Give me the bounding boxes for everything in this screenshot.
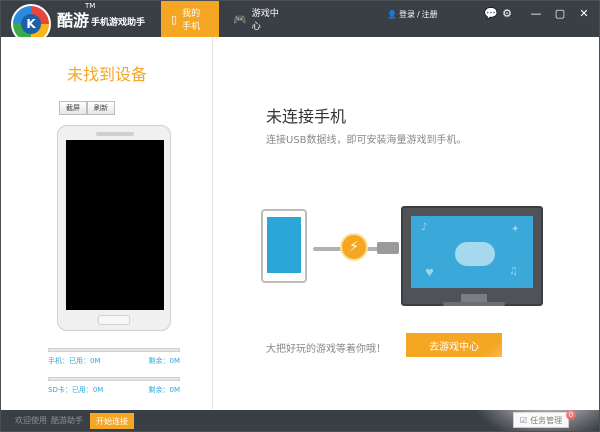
- message-icon[interactable]: 💬: [484, 7, 498, 21]
- usb-phone-screen: [267, 217, 301, 273]
- logo-letter-k: K: [21, 14, 41, 34]
- task-manager-button[interactable]: ☑ 任务管理: [513, 412, 569, 428]
- usb-phone-illustration: [261, 209, 307, 283]
- status-bar: 欢迎使用 酷游助手 开始连接 ☑ 任务管理 0: [1, 410, 599, 431]
- task-badge: 0: [566, 410, 576, 420]
- usb-plug: [377, 242, 399, 254]
- phone-home-button: [98, 315, 130, 325]
- monitor-stand: [461, 294, 487, 302]
- refresh-button[interactable]: 刷新: [87, 101, 115, 115]
- start-connect-button[interactable]: 开始连接: [90, 413, 134, 429]
- screenshot-button[interactable]: 截屏: [59, 101, 87, 115]
- close-icon[interactable]: ✕: [577, 7, 591, 21]
- phone-storage-info: 手机：已用：0M 剩余：0M: [48, 356, 180, 366]
- monitor-illustration: ♪ ✦ ♥ ♫: [401, 206, 543, 306]
- game-center-button[interactable]: 去游戏中心: [406, 333, 502, 357]
- page-subtitle: 连接USB数据线，即可安装海量游戏到手机。: [266, 135, 467, 146]
- trademark: TM: [85, 2, 96, 10]
- app-window: K 酷游 TM 手机游戏助手 ▯ 我的手机 🎮 游戏中心 👤 登录 / 注册 💬…: [0, 0, 600, 432]
- phone-speaker: [96, 132, 134, 136]
- music-icon: ♪: [421, 222, 428, 233]
- title-bar: K 酷游 TM 手机游戏助手 ▯ 我的手机 🎮 游戏中心 👤 登录 / 注册 💬…: [1, 1, 599, 44]
- maximize-icon[interactable]: ▢: [553, 7, 567, 21]
- tab-game-center[interactable]: 🎮 游戏中心: [223, 1, 293, 37]
- main-content: 未连接手机 连接USB数据线，即可安装海量游戏到手机。 ⚡ ♪ ✦ ♥ ♫ 大把…: [214, 37, 599, 410]
- device-status-title: 未找到设备: [66, 65, 147, 84]
- tab-game-center-label: 游戏中心: [251, 9, 279, 32]
- monitor-base: [443, 302, 505, 306]
- login-link[interactable]: 登录: [399, 9, 415, 20]
- sd-storage-info: SD卡：已用：0M 剩余：0M: [48, 385, 180, 395]
- gamepad-icon: 🎮: [233, 12, 247, 26]
- app-name: 酷游: [57, 11, 90, 30]
- phone-illustration: [57, 125, 171, 331]
- phone-used: 手机：已用：0M: [48, 357, 101, 365]
- phone-icon: ▯: [171, 12, 178, 26]
- phone-screen: [66, 140, 164, 310]
- phone-storage-bar: [48, 348, 180, 352]
- sd-used: SD卡：已用：0M: [48, 386, 104, 394]
- monitor-screen: ♪ ✦ ♥ ♫: [411, 216, 533, 288]
- sd-remain: 剩余：0M: [148, 386, 181, 394]
- sd-storage-bar: [48, 377, 180, 381]
- checkbox-icon: ☑: [519, 415, 528, 425]
- tab-my-phone-label: 我的手机: [182, 9, 201, 32]
- gamepad-icon: [455, 242, 495, 266]
- app-label: 酷游助手: [51, 416, 83, 425]
- login-separator: /: [416, 10, 420, 19]
- login-area: 👤 登录 / 注册: [387, 9, 438, 20]
- tab-my-phone[interactable]: ▯ 我的手机: [161, 1, 219, 37]
- gear-icon[interactable]: ⚙: [500, 7, 514, 21]
- heart-icon: ♥: [425, 268, 434, 279]
- welcome-text: 欢迎使用: [15, 416, 47, 425]
- minimize-icon[interactable]: —: [529, 7, 543, 21]
- register-link[interactable]: 注册: [422, 9, 438, 20]
- page-title: 未连接手机: [266, 107, 347, 126]
- task-manager-label: 任务管理: [530, 415, 563, 425]
- phone-remain: 剩余：0M: [148, 357, 181, 365]
- user-icon: 👤: [387, 10, 397, 19]
- bell-icon: ♫: [509, 266, 518, 277]
- app-subtitle: 手机游戏助手: [91, 18, 146, 28]
- tagline: 大把好玩的游戏等着你哦！: [266, 344, 386, 355]
- lightning-icon: ⚡: [340, 233, 368, 261]
- star-icon: ✦: [511, 224, 520, 235]
- device-panel: 未找到设备 截屏 刷新 手机：已用：0M 剩余：0M SD卡：已用：0M 剩余：…: [1, 37, 213, 410]
